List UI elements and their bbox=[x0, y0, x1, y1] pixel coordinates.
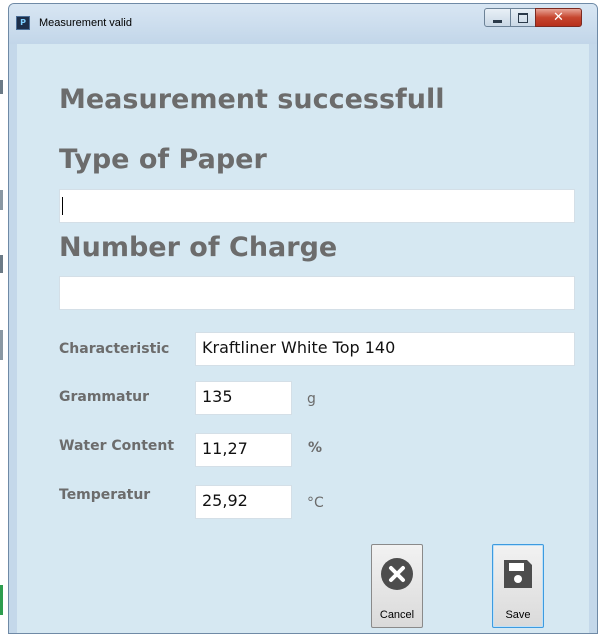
close-button[interactable]: ✕ bbox=[535, 8, 582, 27]
grammatur-input[interactable]: 135 bbox=[195, 381, 292, 415]
characteristic-label: Characteristic bbox=[59, 341, 170, 357]
floppy-disk-icon bbox=[504, 560, 532, 588]
cancel-label: Cancel bbox=[379, 609, 415, 621]
water-content-label: Water Content bbox=[59, 438, 175, 454]
background-artifact bbox=[0, 585, 3, 615]
status-heading: Measurement successfull bbox=[59, 84, 445, 115]
number-of-charge-input[interactable] bbox=[59, 276, 575, 310]
minimize-icon bbox=[493, 19, 502, 23]
water-content-value: 11,27 bbox=[202, 439, 248, 458]
save-label: Save bbox=[505, 609, 531, 621]
background-artifact bbox=[0, 330, 3, 360]
maximize-icon bbox=[518, 12, 528, 23]
temperatur-input[interactable]: 25,92 bbox=[195, 485, 292, 519]
water-content-unit: % bbox=[308, 440, 323, 456]
type-of-paper-label: Type of Paper bbox=[59, 144, 267, 175]
minimize-button[interactable] bbox=[484, 8, 511, 27]
grammatur-label: Grammatur bbox=[59, 389, 150, 405]
characteristic-value: Kraftliner White Top 140 bbox=[202, 338, 396, 357]
grammatur-value: 135 bbox=[202, 387, 233, 406]
background-artifact bbox=[0, 255, 3, 273]
type-of-paper-input[interactable] bbox=[59, 189, 575, 223]
dialog-content: Measurement successfull Type of Paper Nu… bbox=[17, 44, 589, 633]
characteristic-input[interactable]: Kraftliner White Top 140 bbox=[195, 332, 575, 366]
number-of-charge-label: Number of Charge bbox=[59, 232, 338, 263]
cancel-x-circle-icon bbox=[381, 558, 413, 590]
temperatur-value: 25,92 bbox=[202, 491, 248, 510]
temperatur-label: Temperatur bbox=[59, 487, 151, 503]
app-icon: P bbox=[16, 16, 30, 30]
temperatur-unit: °C bbox=[307, 495, 324, 511]
save-button[interactable]: Save bbox=[492, 544, 544, 628]
window-title: Measurement valid bbox=[39, 17, 132, 29]
text-caret bbox=[62, 197, 63, 215]
title-bar[interactable]: P Measurement valid ✕ bbox=[9, 4, 597, 44]
dialog-window: P Measurement valid ✕ Measurement succes… bbox=[8, 3, 598, 634]
close-icon: ✕ bbox=[553, 10, 564, 25]
cancel-button[interactable]: Cancel bbox=[371, 544, 423, 628]
grammatur-unit: g bbox=[307, 391, 316, 407]
background-artifact bbox=[0, 80, 3, 94]
background-artifact bbox=[0, 190, 3, 210]
maximize-button[interactable] bbox=[510, 8, 536, 27]
water-content-input[interactable]: 11,27 bbox=[195, 433, 292, 467]
